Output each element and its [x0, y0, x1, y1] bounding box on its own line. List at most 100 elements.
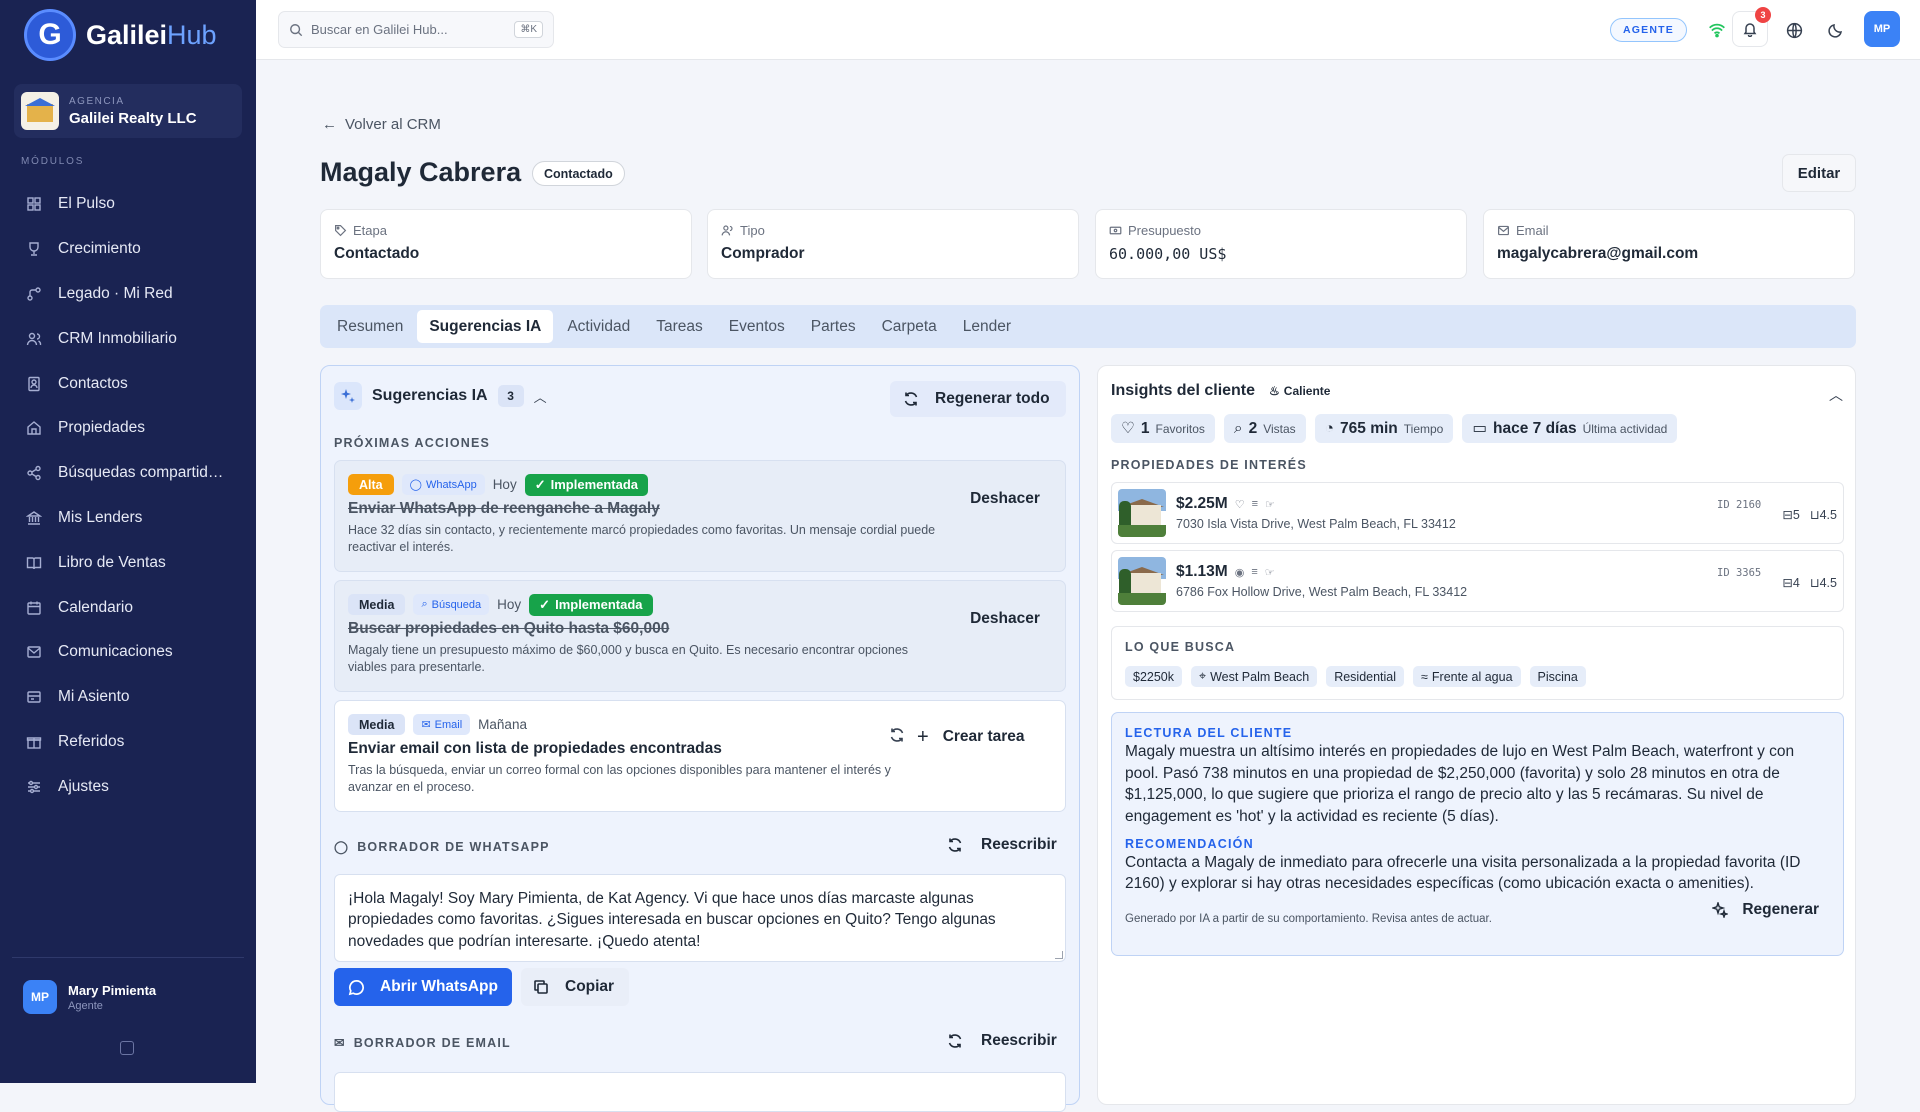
regenerate-button[interactable]: Regenerar: [1712, 901, 1819, 919]
tab-resumen[interactable]: Resumen: [325, 310, 415, 343]
ai-suggestions-header: Sugerencias IA 3 ︿: [334, 382, 547, 410]
sidebar-item-propiedades[interactable]: Propiedades: [0, 406, 256, 451]
rewrite-whatsapp-button[interactable]: Reescribir: [947, 836, 1057, 854]
property-thumbnail: [1118, 489, 1166, 537]
due-label: Hoy: [492, 477, 517, 492]
search-icon: ⌕: [421, 598, 428, 610]
regenerate-all-button[interactable]: Regenerar todo: [890, 381, 1066, 417]
agency-name: Galilei Realty LLC: [69, 109, 197, 127]
bank-icon: [26, 510, 42, 526]
back-to-crm-link[interactable]: ← Volver al CRM: [322, 116, 441, 133]
tab-sugerencias-ia[interactable]: Sugerencias IA: [417, 310, 554, 343]
tab-actividad[interactable]: Actividad: [555, 310, 642, 343]
stat-last-activity: ▭ hace 7 días Última actividad: [1462, 414, 1678, 443]
sidebar-item-contactos[interactable]: Contactos: [0, 361, 256, 406]
sidebar-item-label: Referidos: [58, 732, 125, 750]
stat-time: ◔ 765 min Tiempo: [1314, 414, 1454, 443]
copy-button[interactable]: Copiar: [521, 968, 629, 1006]
search-input[interactable]: Buscar en Galilei Hub... ⌘K: [278, 11, 554, 48]
sidebar-item-crm[interactable]: CRM Inmobiliario: [0, 316, 256, 361]
bed-icon: ⊟: [1782, 576, 1793, 590]
sidebar-item-el-pulso[interactable]: El Pulso: [0, 182, 256, 227]
implemented-badge: ✓ Implementada: [529, 593, 653, 616]
resize-handle-icon[interactable]: [1055, 951, 1063, 959]
notifications-button[interactable]: 3: [1732, 7, 1771, 47]
tab-partes[interactable]: Partes: [799, 310, 868, 343]
due-label: Mañana: [478, 717, 527, 732]
chip-location: ⌖ West Palm Beach: [1191, 666, 1318, 687]
action-title: Buscar propiedades en Quito hasta $60,00…: [348, 620, 670, 637]
sliders-icon: [26, 779, 42, 795]
tab-carpeta[interactable]: Carpeta: [870, 310, 949, 343]
search-icon: ⌕: [1233, 419, 1243, 437]
edit-button[interactable]: Editar: [1782, 154, 1856, 192]
eye-icon: ◉: [1234, 566, 1245, 579]
stat-favorites: ♡ 1 Favoritos: [1111, 414, 1215, 443]
action-description: Hace 32 días sin contacto, y recientemen…: [348, 523, 936, 554]
moon-icon[interactable]: [1823, 17, 1849, 43]
chip-budget: $2250k: [1125, 666, 1183, 687]
globe-icon[interactable]: [1781, 17, 1807, 43]
recommendation-label: RECOMENDACIÓN: [1125, 836, 1254, 851]
agency-switcher[interactable]: AGENCIA Galilei Realty LLC: [14, 84, 242, 138]
refresh-icon[interactable]: [889, 727, 905, 746]
priority-badge: Media: [348, 594, 406, 615]
sidebar-item-comunicaciones[interactable]: Comunicaciones: [0, 630, 256, 675]
undo-button[interactable]: Deshacer: [958, 481, 1052, 517]
tab-tareas[interactable]: Tareas: [644, 310, 715, 343]
sidebar-item-label: Legado · Mi Red: [58, 284, 173, 302]
sidebar-item-busquedas[interactable]: Búsquedas compartid…: [0, 451, 256, 496]
user-avatar-button[interactable]: MP: [1864, 11, 1900, 47]
sidebar-item-referidos[interactable]: Referidos: [0, 720, 256, 765]
tab-lender[interactable]: Lender: [951, 310, 1023, 343]
whatsapp-draft-textarea[interactable]: ¡Hola Magaly! Soy Mary Pimienta, de Kat …: [334, 874, 1066, 962]
ai-suggestions-title: Sugerencias IA: [372, 387, 488, 404]
temperature-badge: ♨ Caliente: [1269, 384, 1331, 398]
sidebar-item-crecimiento[interactable]: Crecimiento: [0, 227, 256, 272]
info-value: 60.000,00 US$: [1109, 245, 1227, 263]
chevron-up-icon[interactable]: ︿: [534, 387, 547, 406]
open-whatsapp-button[interactable]: Abrir WhatsApp: [334, 968, 512, 1006]
calendar-icon: [26, 600, 42, 616]
stat-views: ⌕ 2 Vistas: [1223, 414, 1306, 443]
book-icon: [26, 555, 42, 571]
sidebar-item-mi-asiento[interactable]: Mi Asiento: [0, 675, 256, 720]
collapse-sidebar-icon[interactable]: [120, 1041, 134, 1055]
sidebar-item-legado[interactable]: Legado · Mi Red: [0, 272, 256, 317]
implemented-badge: ✓ Implementada: [524, 473, 649, 496]
reading-text: Magaly muestra un altísimo interés en pr…: [1125, 743, 1795, 826]
refresh-icon: [948, 1034, 962, 1048]
brand-logo[interactable]: G GalileiHub: [24, 8, 217, 62]
property-address: 7030 Isla Vista Drive, West Palm Beach, …: [1176, 517, 1456, 531]
ai-suggestions-panel: Sugerencias IA 3 ︿ Regenerar todo PRÓXIM…: [320, 365, 1080, 1112]
chevron-up-icon[interactable]: ︿: [1829, 385, 1843, 405]
property-card[interactable]: $2.25M ♡ ≡ ☞ 7030 Isla Vista Drive, West…: [1111, 482, 1844, 544]
sidebar-item-calendario[interactable]: Calendario: [0, 585, 256, 630]
user-profile[interactable]: MP Mary Pimienta Agente: [23, 980, 156, 1014]
property-thumbnail: [1118, 557, 1166, 605]
property-card[interactable]: $1.13M ◉ ≡ ☞ 6786 Fox Hollow Drive, West…: [1111, 550, 1844, 612]
create-task-label: Crear tarea: [942, 728, 1025, 745]
property-price: $2.25M ♡ ≡ ☞: [1176, 495, 1275, 512]
sidebar-item-ajustes[interactable]: Ajustes: [0, 764, 256, 809]
info-card-type: Tipo Comprador: [707, 209, 1079, 279]
undo-button[interactable]: Deshacer: [958, 601, 1052, 637]
rewrite-email-button[interactable]: Reescribir: [947, 1032, 1057, 1050]
property-specs: ⊟4 ⊔4.5: [1782, 576, 1837, 590]
action-card: Media ✉ Email Mañana Enviar email con lis…: [334, 700, 1066, 812]
back-label: Volver al CRM: [345, 116, 441, 133]
search-shortcut: ⌘K: [514, 21, 543, 38]
create-task-button[interactable]: + Crear tarea: [917, 719, 1057, 755]
chip-waterfront: ≈ Frente al agua: [1413, 666, 1521, 687]
priority-badge: Media: [348, 714, 406, 735]
waves-icon: ≈: [1421, 669, 1428, 684]
info-label: Tipo: [740, 223, 765, 238]
sidebar-item-libro-ventas[interactable]: Libro de Ventas: [0, 540, 256, 585]
trophy-icon: [26, 241, 42, 257]
users-icon: [721, 225, 733, 236]
channel-badge: ✉ Email: [413, 714, 471, 735]
tab-eventos[interactable]: Eventos: [717, 310, 797, 343]
sidebar-item-lenders[interactable]: Mis Lenders: [0, 496, 256, 541]
email-draft-textarea[interactable]: [334, 1072, 1066, 1112]
info-label: Presupuesto: [1128, 223, 1201, 238]
